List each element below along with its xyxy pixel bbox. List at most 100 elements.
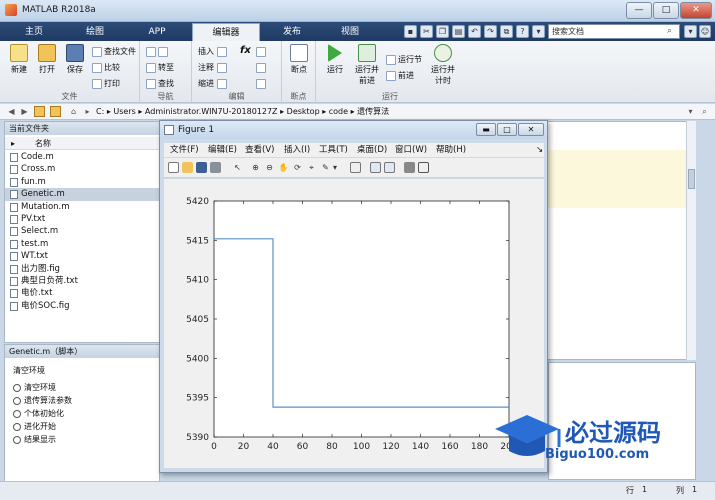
column-header[interactable]: ▸ 名称	[5, 137, 161, 150]
address-dropdown-icon[interactable]: ▾	[685, 106, 696, 117]
breadcrumb-segment[interactable]: 遗传算法	[357, 107, 389, 116]
new-figure-icon[interactable]	[168, 162, 179, 173]
breadcrumb-segment[interactable]: C:	[96, 107, 104, 116]
print-button[interactable]: 打印	[92, 77, 120, 90]
tab-editor[interactable]: 编辑器	[192, 23, 260, 41]
breadcrumb-segment[interactable]: code	[329, 107, 348, 116]
pan-hand-icon[interactable]: ✋	[278, 162, 289, 173]
goto-button[interactable]: 转至	[146, 61, 174, 74]
undo-icon[interactable]: ↶	[468, 25, 481, 38]
data-cursor-icon[interactable]: ⌖	[306, 162, 317, 173]
menu-file[interactable]: 文件(F)	[170, 143, 199, 157]
hide-plot-tools-icon[interactable]	[404, 162, 415, 173]
breadcrumb-segment[interactable]: Users	[113, 107, 135, 116]
minimize-button[interactable]: —	[626, 2, 652, 19]
fx-button[interactable]: fx	[240, 44, 251, 57]
tab-publish[interactable]: 发布	[264, 23, 320, 41]
file-item[interactable]: test.m	[5, 238, 161, 250]
figure-minimize-button[interactable]: ▬	[476, 123, 496, 136]
file-item[interactable]: 电价SOC.fig	[5, 300, 161, 312]
run-button[interactable]: 运行	[320, 44, 350, 75]
print-figure-icon[interactable]	[210, 162, 221, 173]
browse-folder-icon[interactable]	[50, 106, 61, 117]
figure-title-bar[interactable]: Figure 1 ▬ □ ✕	[160, 121, 547, 139]
path-root-icon[interactable]: ⌂	[68, 106, 79, 117]
file-item[interactable]: fun.m	[5, 176, 161, 188]
run-and-advance-button[interactable]: 运行并 前进	[352, 44, 382, 86]
details-item[interactable]: 遗传算法参数	[13, 395, 72, 407]
rotate-3d-icon[interactable]: ⟳	[292, 162, 303, 173]
user-icon[interactable]: ☺	[699, 25, 711, 38]
run-section-button[interactable]: 运行节	[386, 53, 422, 66]
colorbar-icon[interactable]	[370, 162, 381, 173]
open-button[interactable]: 打开	[32, 44, 62, 75]
menu-view[interactable]: 查看(V)	[245, 143, 274, 157]
new-button[interactable]: 新建	[4, 44, 34, 75]
advance-button[interactable]: 前进	[386, 69, 414, 82]
figure-maximize-button[interactable]: □	[497, 123, 517, 136]
edit-extra-icons-3[interactable]	[256, 77, 268, 90]
brush-icon[interactable]: ✎	[320, 162, 331, 173]
run-and-time-button[interactable]: 运行并 计时	[428, 44, 458, 86]
menu-edit[interactable]: 编辑(E)	[208, 143, 237, 157]
compare-button[interactable]: 比较	[92, 61, 120, 74]
breadcrumb-segment[interactable]: Desktop	[287, 107, 320, 116]
back-forward-buttons[interactable]	[146, 45, 170, 58]
details-item[interactable]: 进化开始	[13, 421, 56, 433]
quick-paste-icon[interactable]: ▤	[452, 25, 465, 38]
menu-window[interactable]: 窗口(W)	[395, 143, 427, 157]
pointer-icon[interactable]: ↖	[232, 162, 243, 173]
brush-dropdown-icon[interactable]: ▾	[332, 162, 338, 173]
show-plot-tools-icon[interactable]	[418, 162, 429, 173]
file-item[interactable]: Code.m	[5, 151, 161, 163]
tab-apps[interactable]: APP	[128, 23, 186, 41]
breakpoints-button[interactable]: 断点	[284, 44, 314, 75]
file-item[interactable]: 电价.txt	[5, 287, 161, 299]
details-item[interactable]: 结果显示	[13, 434, 56, 446]
details-item[interactable]: 个体初始化	[13, 408, 64, 420]
comment-button[interactable]: 注释	[198, 61, 229, 74]
figure-close-button[interactable]: ✕	[518, 123, 544, 136]
file-item[interactable]: PV.txt	[5, 213, 161, 225]
menu-desktop[interactable]: 桌面(D)	[357, 143, 387, 157]
scrollbar-thumb[interactable]	[688, 169, 695, 189]
open-file-icon[interactable]	[182, 162, 193, 173]
menu-insert[interactable]: 插入(I)	[284, 143, 310, 157]
menu-help[interactable]: 帮助(H)	[436, 143, 466, 157]
zoom-out-icon[interactable]: ⊖	[264, 162, 275, 173]
edit-extra-icons[interactable]	[256, 45, 268, 58]
menu-dock-icon[interactable]: ↘	[536, 143, 543, 157]
breadcrumb[interactable]: C: ▸ Users ▸ Administrator.WIN7U-2018012…	[96, 106, 389, 118]
edit-extra-icons-2[interactable]	[256, 61, 268, 74]
find-files-button[interactable]: 查找文件	[92, 45, 136, 58]
save-figure-icon[interactable]	[196, 162, 207, 173]
quick-copy-icon[interactable]: ❐	[436, 25, 449, 38]
file-item[interactable]: Genetic.m	[5, 188, 161, 201]
forward-icon[interactable]: ▶	[19, 106, 30, 117]
back-icon[interactable]: ◀	[6, 106, 17, 117]
tab-view[interactable]: 视图	[324, 23, 376, 41]
switch-windows-icon[interactable]: ⧉	[500, 25, 513, 38]
file-item[interactable]: 出力图.fig	[5, 263, 161, 275]
indent-button[interactable]: 缩进	[198, 77, 229, 90]
breadcrumb-segment[interactable]: Administrator.WIN7U-20180127Z	[145, 107, 278, 116]
maximize-button[interactable]: □	[653, 2, 679, 19]
editor-scrollbar[interactable]	[686, 121, 696, 360]
zoom-in-icon[interactable]: ⊕	[250, 162, 261, 173]
path-root-chevron-icon[interactable]: ▸	[82, 106, 93, 117]
details-item[interactable]: 清空环境	[13, 382, 56, 394]
menu-tools[interactable]: 工具(T)	[319, 143, 348, 157]
link-plot-icon[interactable]	[350, 162, 361, 173]
address-search-icon[interactable]: ⌕	[699, 106, 710, 117]
tab-plots[interactable]: 绘图	[66, 23, 124, 41]
quick-save-icon[interactable]: ▪	[404, 25, 417, 38]
file-item[interactable]: Cross.m	[5, 163, 161, 175]
file-item[interactable]: Mutation.m	[5, 201, 161, 213]
quick-access-dropdown-icon[interactable]: ▾	[532, 25, 545, 38]
legend-icon[interactable]	[384, 162, 395, 173]
quick-cut-icon[interactable]: ✂	[420, 25, 433, 38]
tab-home[interactable]: 主页	[8, 23, 60, 41]
help-icon[interactable]: ?	[516, 25, 529, 38]
up-folder-icon[interactable]	[34, 106, 45, 117]
search-input[interactable]: 搜索文档 ⌕	[548, 24, 680, 39]
